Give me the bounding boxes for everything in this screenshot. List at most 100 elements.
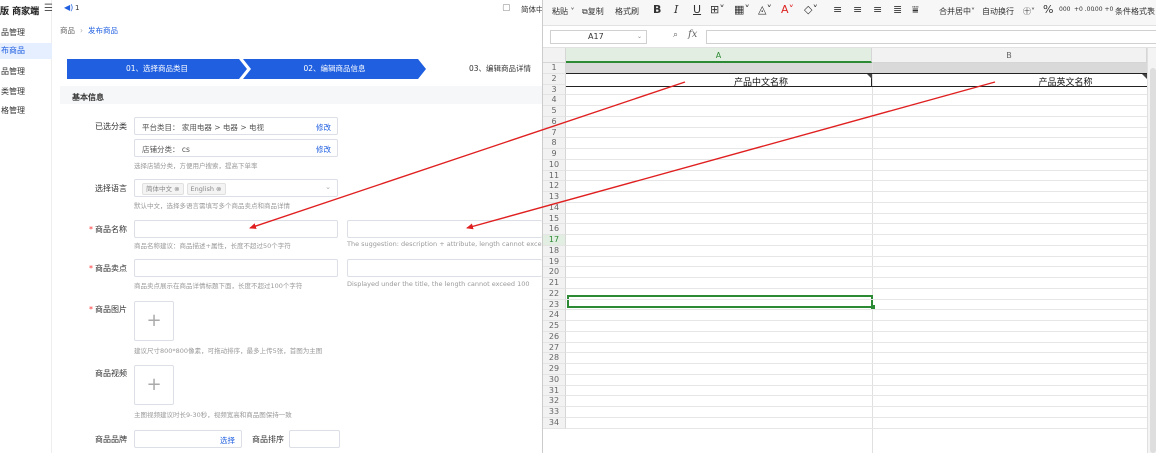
row-header-16[interactable]: 16	[543, 224, 566, 235]
row-header-2[interactable]: 2	[543, 73, 566, 85]
sidebar-item-product-manage[interactable]: 品管理	[0, 25, 52, 41]
decrease-decimal-button[interactable]: .00 +0	[1093, 6, 1113, 13]
row-header-25[interactable]: 25	[543, 321, 566, 332]
menu-icon[interactable]: ☰	[44, 3, 53, 14]
product-name-cn-input[interactable]	[134, 220, 338, 238]
sidebar-item-category-manage[interactable]: 类管理	[0, 84, 52, 100]
row-header-11[interactable]: 11	[543, 170, 566, 182]
selling-point-en-input[interactable]	[347, 259, 542, 277]
italic-button[interactable]: I	[674, 3, 678, 16]
distribute-icon[interactable]: ⩸	[912, 3, 919, 17]
language-switcher[interactable]: 简体中	[521, 4, 544, 15]
row-gridline	[566, 180, 1147, 182]
conditional-format-button[interactable]: 条件格式˅	[1115, 6, 1151, 17]
row-header-21[interactable]: 21	[543, 278, 566, 289]
font-color-icon[interactable]: A˅	[781, 3, 794, 16]
fill-color-icon[interactable]: ◬˅	[758, 3, 772, 16]
language-select[interactable]: 简体中文 ⊗ English ⊗ ⌄	[134, 179, 338, 197]
wrap-text-button[interactable]: 自动换行	[982, 6, 1014, 17]
cell-b2[interactable]: 产品英文名称	[872, 75, 1156, 88]
row-header-28[interactable]: 28	[543, 353, 566, 364]
underline-button[interactable]: U	[693, 3, 701, 16]
row-header-15[interactable]: 15	[543, 213, 566, 225]
row-header-17[interactable]: 17	[543, 235, 566, 246]
step-edit-info[interactable]: 02、编辑商品信息	[243, 59, 426, 79]
row-header-29[interactable]: 29	[543, 364, 566, 375]
store-category-edit-link[interactable]: 修改	[316, 144, 331, 155]
align-left-icon[interactable]: ≡	[833, 3, 842, 16]
step-edit-detail[interactable]: 03、编辑商品详情	[469, 59, 549, 79]
row-header-9[interactable]: 9	[543, 149, 566, 160]
spreadsheet-grid[interactable]: A B 产品中文名称 产品英文名称 1 2 3 4 5 6 7 8 9 10 11 12 13 14 15 1…	[543, 48, 1156, 453]
copy-button[interactable]: ⧉复制	[582, 6, 604, 17]
table-grid-icon[interactable]: ▦˅	[734, 3, 750, 16]
merge-center-button[interactable]: 合并居中˅	[939, 6, 975, 17]
border-icon[interactable]: ⊞˅	[710, 3, 725, 16]
row-header-12[interactable]: 12	[543, 181, 566, 192]
format-painter-button[interactable]: 格式刷	[615, 6, 639, 17]
row-header-18[interactable]: 18	[543, 245, 566, 257]
clear-format-icon[interactable]: ◇˅	[804, 3, 818, 16]
row-header-32[interactable]: 32	[543, 396, 566, 407]
sort-input[interactable]	[289, 430, 340, 448]
zoom-icon[interactable]: ⌕	[673, 30, 678, 40]
sidebar-item-goods-manage[interactable]: 品管理	[0, 64, 52, 80]
row-header-31[interactable]: 31	[543, 385, 566, 397]
row-header-22[interactable]: 22	[543, 288, 566, 300]
align-right-icon[interactable]: ≡	[873, 3, 882, 16]
justify-icon[interactable]: ≣	[893, 3, 902, 16]
row-header-13[interactable]: 13	[543, 192, 566, 203]
increase-decimal-button[interactable]: +0 .00	[1074, 6, 1094, 13]
language-tag-en[interactable]: English ⊗	[186, 183, 226, 195]
column-header-a[interactable]: A	[566, 48, 872, 63]
row-header-5[interactable]: 5	[543, 106, 566, 117]
sidebar-item-spec-manage[interactable]: 格管理	[0, 103, 52, 119]
column-header-b[interactable]: B	[872, 48, 1147, 63]
message-icon[interactable]: ▢	[502, 3, 511, 13]
select-all-corner[interactable]	[543, 48, 566, 63]
row-header-4[interactable]: 4	[543, 95, 566, 106]
step-select-category[interactable]: 01、选择商品类目	[67, 59, 247, 79]
bold-button[interactable]: B	[653, 3, 661, 16]
currency-icon[interactable]: ㊉˅	[1023, 6, 1035, 17]
spreadsheet-window: 粘贴 ˅ ⧉复制 格式刷 B I U ⊞˅ ▦˅ ◬˅ A˅ ◇˅ ≡ ≡ ≡ …	[542, 0, 1156, 453]
row-header-10[interactable]: 10	[543, 159, 566, 171]
image-upload-button[interactable]: +	[134, 301, 174, 341]
platform-category-edit-link[interactable]: 修改	[316, 122, 331, 133]
row-gridline	[566, 191, 1147, 192]
row-header-1[interactable]: 1	[543, 63, 566, 74]
product-name-label: * 商品名称	[89, 225, 127, 234]
row-header-14[interactable]: 14	[543, 202, 566, 214]
paste-button[interactable]: 粘贴 ˅	[552, 6, 575, 17]
row-header-6[interactable]: 6	[543, 116, 566, 128]
percent-button[interactable]: %	[1043, 3, 1053, 16]
language-tag-zh[interactable]: 简体中文 ⊗	[142, 183, 184, 195]
active-cell-a17[interactable]	[567, 295, 873, 308]
row-header-20[interactable]: 20	[543, 267, 566, 278]
cell-reference-box[interactable]: A17 ⌄	[550, 30, 647, 44]
speaker-icon[interactable]: ◀)	[64, 3, 73, 12]
row-header-3[interactable]: 3	[543, 84, 566, 96]
row-header-19[interactable]: 19	[543, 256, 566, 268]
row-header-7[interactable]: 7	[543, 127, 566, 139]
function-icon[interactable]: fx	[688, 29, 697, 40]
vertical-scrollbar[interactable]	[1147, 48, 1156, 453]
breadcrumb-root[interactable]: 商品	[60, 26, 75, 35]
table-style-button[interactable]: 表	[1147, 6, 1155, 17]
row-header-8[interactable]: 8	[543, 138, 566, 149]
selling-point-cn-input[interactable]	[134, 259, 338, 277]
row-header-33[interactable]: 33	[543, 407, 566, 418]
row-header-30[interactable]: 30	[543, 374, 566, 386]
product-name-en-input[interactable]	[347, 220, 542, 238]
formula-input[interactable]	[706, 30, 1156, 44]
thousands-button[interactable]: 000	[1059, 6, 1070, 13]
row-header-26[interactable]: 26	[543, 331, 566, 343]
row-header-23[interactable]: 23	[543, 299, 566, 311]
row-header-27[interactable]: 27	[543, 342, 566, 354]
scrollbar-thumb[interactable]	[1150, 68, 1156, 453]
sidebar-item-publish-product[interactable]: 布商品	[0, 43, 52, 59]
row-header-24[interactable]: 24	[543, 310, 566, 321]
align-center-icon[interactable]: ≡	[853, 3, 862, 16]
video-upload-button[interactable]: +	[134, 365, 174, 405]
row-header-34[interactable]: 34	[543, 417, 566, 429]
